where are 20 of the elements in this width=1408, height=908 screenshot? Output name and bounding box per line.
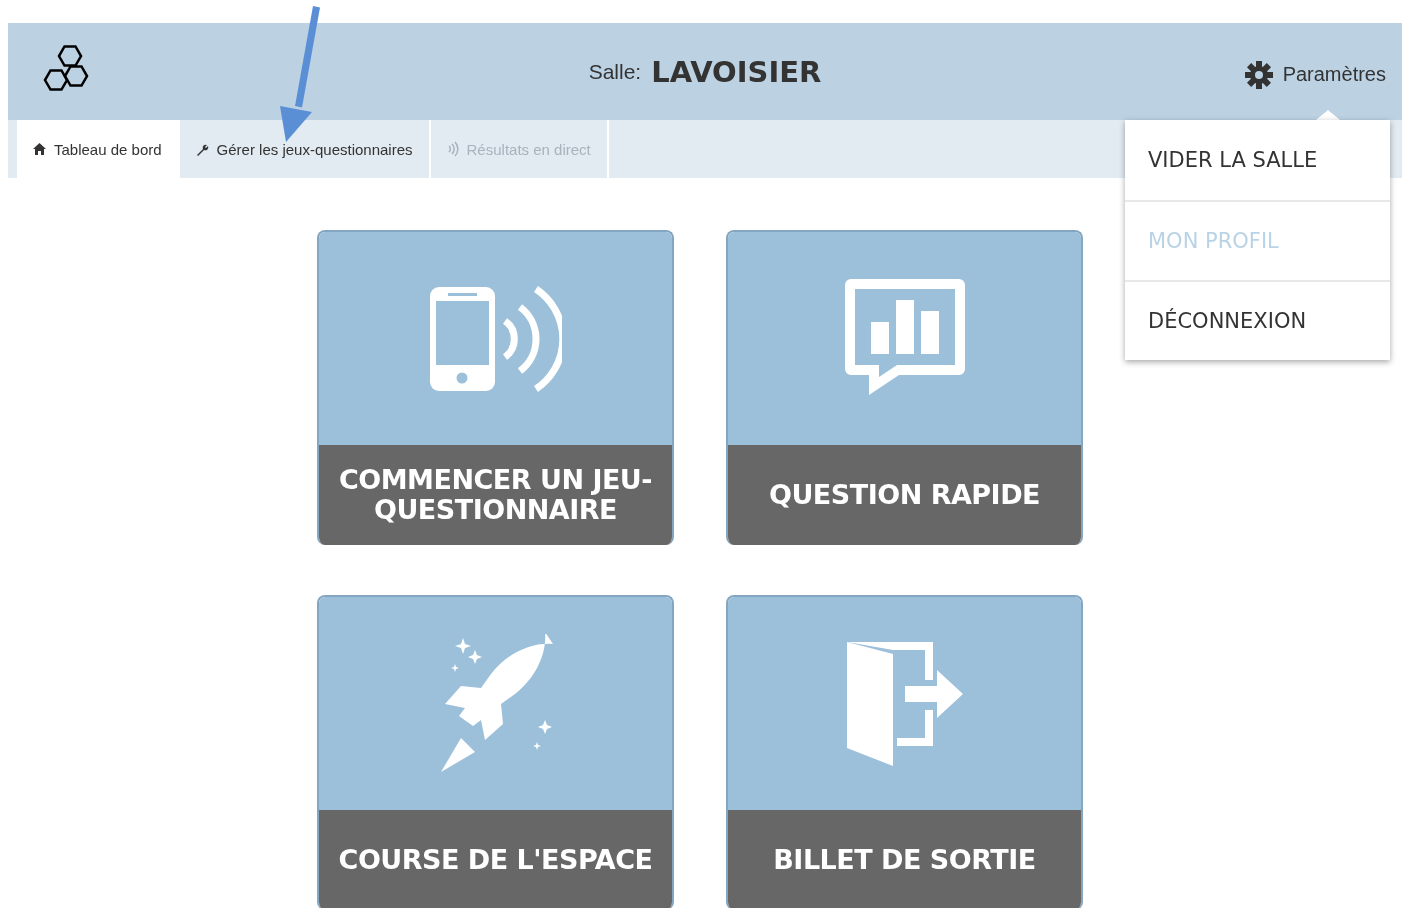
tile-label: QUESTION RAPIDE — [728, 445, 1081, 545]
phone-signal-icon — [429, 284, 562, 393]
exit-door-icon — [846, 641, 963, 766]
settings-icon — [1244, 60, 1273, 89]
menu-item[interactable]: VIDER LA SALLE — [1125, 120, 1390, 200]
settings-button[interactable]: Paramètres — [1244, 56, 1386, 93]
room-name: LAVOISIER — [651, 54, 822, 89]
tile-label: COMMENCER UN JEU-QUESTIONNAIRE — [319, 445, 672, 545]
activity-tile[interactable]: COURSE DE L'ESPACE — [317, 595, 674, 908]
room-label: Salle: — [588, 59, 642, 84]
tile-label: BILLET DE SORTIE — [728, 810, 1081, 908]
signal-waves-icon — [446, 141, 459, 157]
menu-item[interactable]: DÉCONNEXION — [1125, 280, 1390, 360]
wrench-icon — [195, 142, 209, 156]
tile-label: COURSE DE L'ESPACE — [319, 810, 672, 908]
activity-tile[interactable]: COMMENCER UN JEU-QUESTIONNAIRE — [317, 230, 674, 545]
activity-tile[interactable]: BILLET DE SORTIE — [726, 595, 1083, 908]
home-icon — [33, 143, 46, 155]
nav-tab[interactable]: Tableau de bord — [17, 120, 180, 178]
activity-tile[interactable]: QUESTION RAPIDE — [726, 230, 1083, 545]
